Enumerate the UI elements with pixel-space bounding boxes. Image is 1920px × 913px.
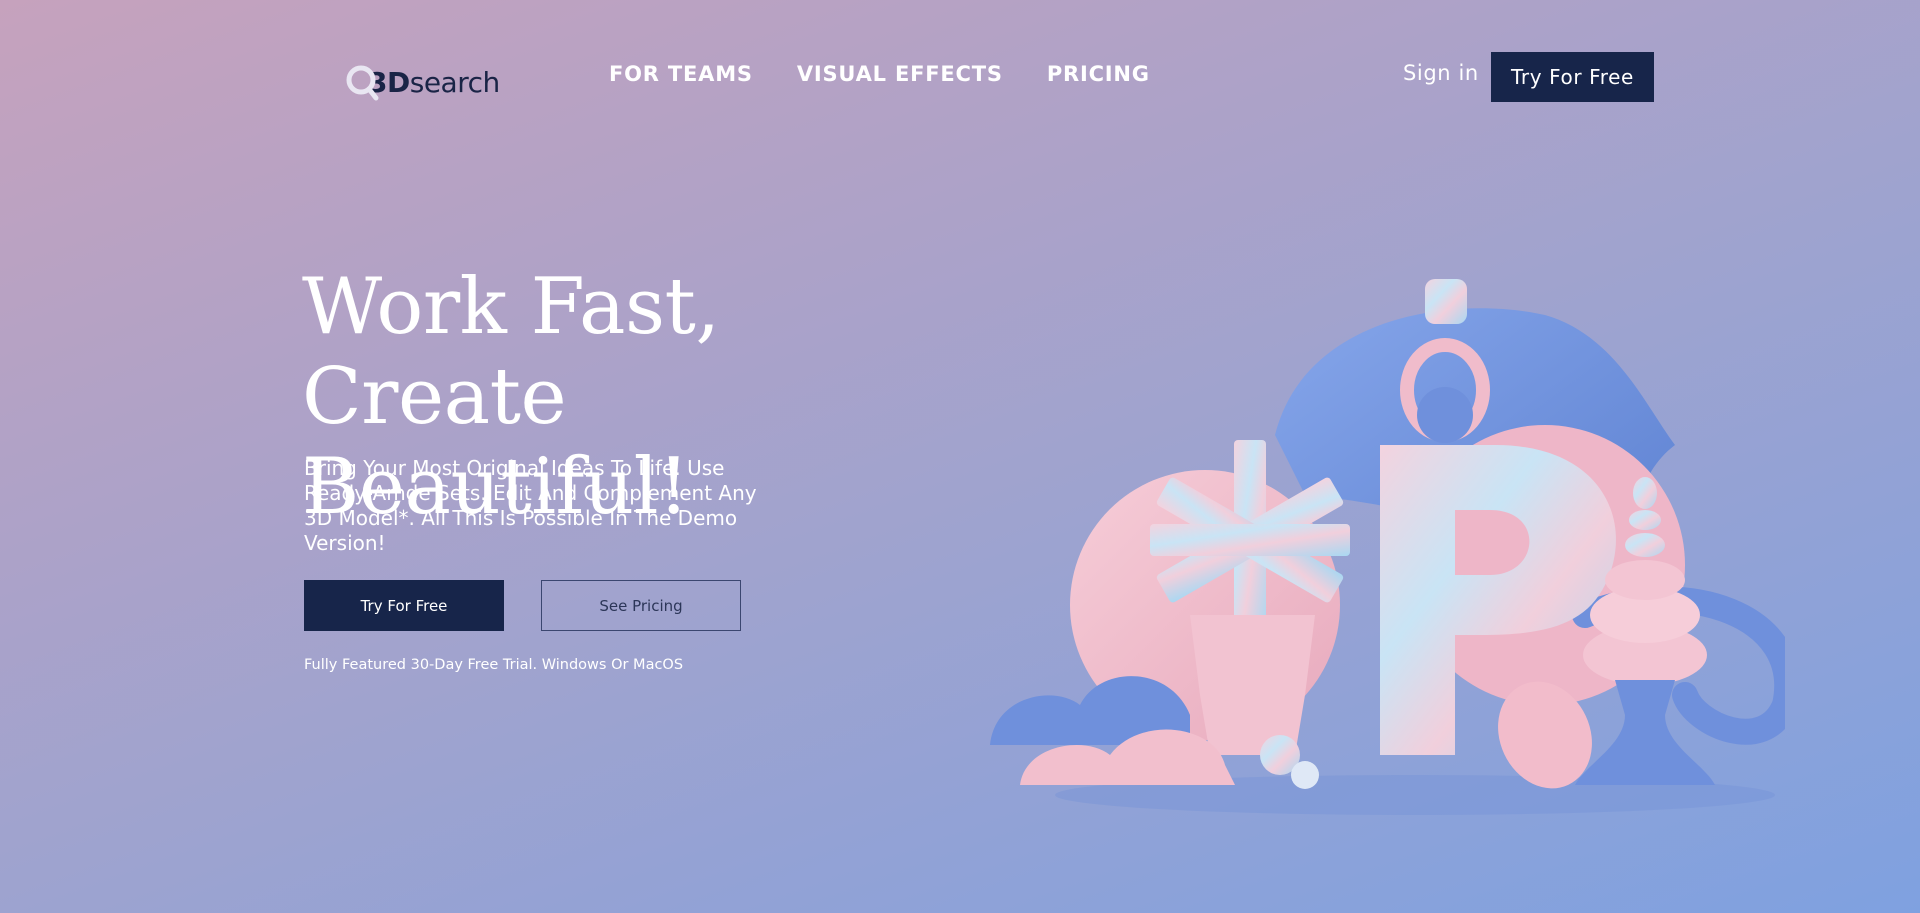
see-pricing-button[interactable]: See Pricing	[541, 580, 741, 631]
hero-3d-illustration	[990, 279, 1785, 815]
nav-visual-effects[interactable]: VISUAL EFFECTS	[797, 62, 1003, 86]
header-try-free-button[interactable]: Try For Free	[1491, 52, 1654, 102]
nav-for-teams[interactable]: FOR TEAMS	[609, 62, 753, 86]
tiny-marble-sphere-shape	[1291, 761, 1319, 789]
trial-note: Fully Featured 30-Day Free Trial. Window…	[304, 657, 684, 673]
logo-text: 3Dsearch	[368, 65, 500, 99]
magnifier-logo-icon	[346, 65, 379, 101]
hero-subtitle: Bring Your Most Original Ideas To Life. …	[304, 456, 757, 555]
ring-top-shape	[1425, 279, 1467, 324]
nav-pricing[interactable]: PRICING	[1047, 62, 1150, 86]
blue-sphere-shape	[1417, 387, 1473, 443]
site-header: 3Dsearch FOR TEAMS VISUAL EFFECTS PRICIN…	[0, 0, 1920, 160]
main-nav: FOR TEAMS VISUAL EFFECTS PRICING	[609, 62, 1150, 86]
pink-pedestal-shape	[1190, 615, 1315, 755]
sign-in-link[interactable]: Sign in	[1403, 61, 1479, 85]
hero-title-line-1: Work Fast, Create	[302, 262, 720, 442]
logo[interactable]: 3Dsearch	[344, 62, 500, 102]
try-for-free-button[interactable]: Try For Free	[304, 580, 504, 631]
